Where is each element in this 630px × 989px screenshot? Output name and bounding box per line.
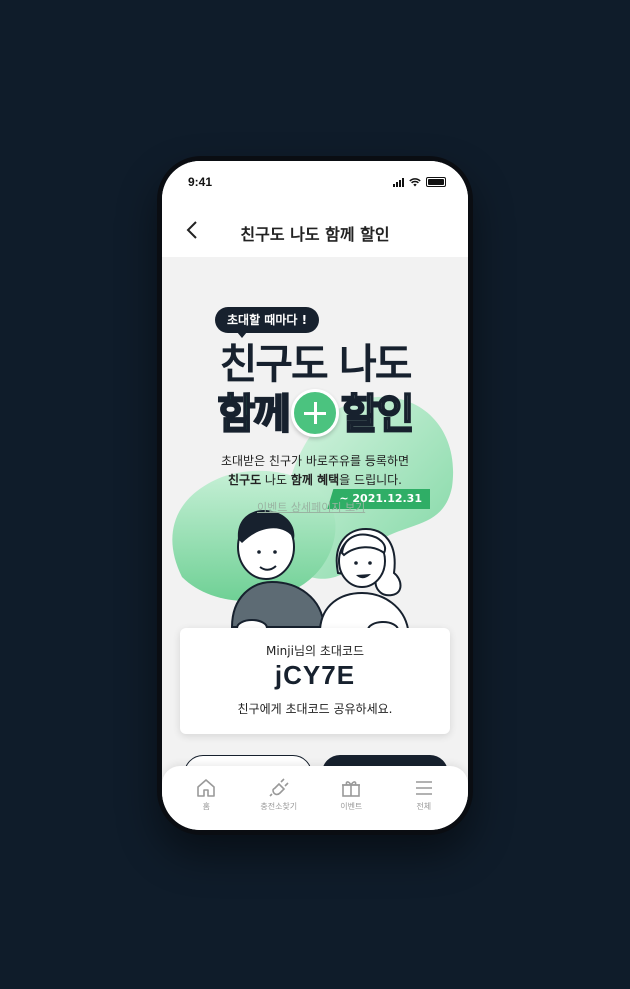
page-title: 친구도 나도 함께 할인 <box>240 225 390 244</box>
desc-bold-friend: 친구도 <box>227 473 262 487</box>
hero-section: 초대할 때마다 ! 친구도 나도 함께 할인 초대받은 친구가 바로주유를 등록하… <box>162 257 468 767</box>
headline-line1: 친구도 나도 <box>219 340 413 388</box>
plus-icon <box>291 389 339 437</box>
home-icon <box>197 779 216 797</box>
event-detail-link[interactable]: 이벤트 상세페이지 보기 <box>257 499 365 515</box>
status-icons <box>393 177 446 187</box>
invite-code-card: Minji님의 초대코드 jCY7E 친구에게 초대코드 공유하세요. <box>180 628 450 734</box>
tab-charger-finder[interactable]: 충전소찾기 <box>249 766 309 830</box>
invite-code[interactable]: jCY7E <box>180 660 450 691</box>
wifi-icon <box>409 177 421 186</box>
status-time: 9:41 <box>188 175 213 189</box>
owner-name: Minji <box>265 644 294 658</box>
invite-code-hint: 친구에게 초대코드 공유하세요. <box>237 702 393 716</box>
tab-label-charger: 충전소찾기 <box>260 802 298 811</box>
app-screen: 9:41 친구도 나도 함께 할인 초대할 때마다 ! 친구도 나도 함께 할인… <box>162 161 468 830</box>
headline-together: 함께 <box>217 390 292 438</box>
desc-bold-benefit: 함께 혜택 <box>290 473 340 487</box>
phone-frame: 9:41 친구도 나도 함께 할인 초대할 때마다 ! 친구도 나도 함께 할인… <box>157 156 473 835</box>
headline-line2: 함께 할인 <box>162 389 468 441</box>
tab-all[interactable]: 전체 <box>394 766 454 830</box>
gift-icon <box>342 781 361 797</box>
menu-icon <box>415 781 432 795</box>
bottom-tab-bar: 홈 충전소찾기 이벤트 전체 <box>162 766 468 830</box>
headline-discount: 할인 <box>340 390 415 438</box>
ev-plug-icon <box>269 778 289 797</box>
signal-icon <box>393 177 404 187</box>
owner-suffix: 님의 초대코드 <box>293 644 365 658</box>
status-bar: 9:41 <box>162 161 468 205</box>
desc-end: 을 드립니다. <box>339 473 403 487</box>
tab-label-home: 홈 <box>202 802 210 811</box>
tab-event[interactable]: 이벤트 <box>321 766 381 830</box>
tab-home[interactable]: 홈 <box>176 766 236 830</box>
tab-label-event: 이벤트 <box>340 802 363 811</box>
description-line1: 초대받은 친구가 바로주유를 등록하면 <box>220 454 410 468</box>
desc-mid: 나도 <box>261 473 291 487</box>
nav-bar: 친구도 나도 함께 할인 <box>162 205 468 257</box>
tab-label-all: 전체 <box>416 802 432 811</box>
description-line2: 친구도 나도 함께 혜택을 드립니다. <box>162 471 468 488</box>
code-owner: Minji님의 초대코드 <box>180 642 450 659</box>
promo-badge: 초대할 때마다 ! <box>215 307 320 338</box>
battery-icon <box>426 177 446 187</box>
